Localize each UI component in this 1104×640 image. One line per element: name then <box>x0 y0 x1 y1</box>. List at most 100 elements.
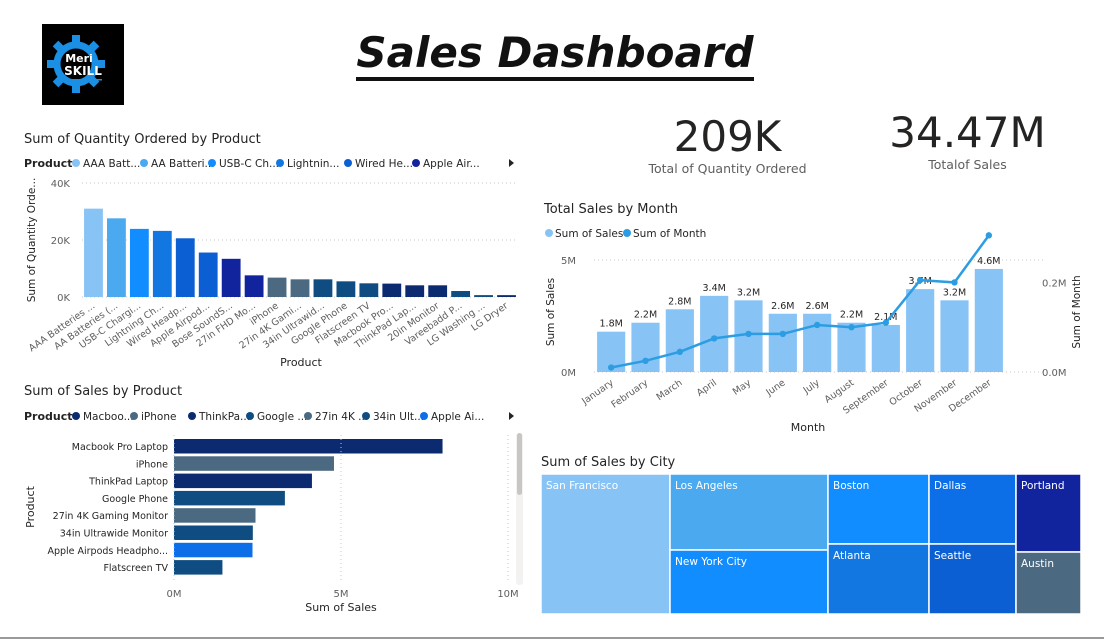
y-tick-label: iPhone <box>136 459 168 470</box>
x-axis-title: Sum of Sales <box>305 601 377 614</box>
chart-sales-by-product[interactable]: Product Macboo... iPhone ThinkPa... Google .… <box>20 403 525 620</box>
legend-marker <box>304 412 312 420</box>
y-tick-label: 40K <box>51 179 71 190</box>
data-label: 3.2M <box>737 287 760 298</box>
y-tick-label: Macbook Pro Laptop <box>72 442 168 453</box>
legend-title: Product <box>24 157 73 170</box>
bar <box>474 295 493 297</box>
y-tick-label: Google Phone <box>102 494 168 505</box>
bar <box>871 324 900 372</box>
line-point <box>813 321 821 329</box>
gear-icon: Meri SKILL <box>47 35 105 93</box>
line-point <box>642 357 649 364</box>
y-tick-label: Apple Airpods Headpho... <box>47 546 168 557</box>
scrollbar-thumb[interactable] <box>517 433 522 495</box>
page-title: Sales Dashboard <box>250 28 860 81</box>
treemap-label: San Francisco <box>546 480 618 492</box>
treemap-label: Portland <box>1021 480 1065 492</box>
legend-item: AA Batteri... <box>151 158 215 170</box>
bar <box>631 322 660 372</box>
line-point <box>745 330 752 338</box>
x-tick-label: March <box>655 377 685 403</box>
legend-item: Lightnin... <box>287 158 339 170</box>
y-tick-label: 34in Ultrawide Monitor <box>60 529 168 540</box>
x-tick-label: July <box>801 377 822 397</box>
chart-title: Sum of Quantity Ordered by Product <box>24 132 261 147</box>
treemap-label: Seattle <box>934 550 971 562</box>
line-point <box>607 364 615 371</box>
x-axis-title: Month <box>791 421 826 434</box>
bar <box>382 283 402 297</box>
bar <box>267 277 287 297</box>
bar <box>174 560 223 575</box>
bar <box>198 252 218 297</box>
bar <box>175 238 195 297</box>
bar <box>428 285 448 297</box>
legend-title: Product <box>24 410 73 423</box>
legend-next-icon <box>509 159 514 167</box>
data-label: 2.6M <box>771 301 794 312</box>
bar <box>174 473 312 489</box>
legend-item: 34in Ult... <box>373 411 424 423</box>
bar <box>768 313 797 372</box>
bar <box>313 279 333 297</box>
bar <box>174 525 253 540</box>
x-tick-label: February <box>609 377 650 410</box>
y-tick-label: 20K <box>51 236 71 247</box>
legend-marker <box>420 412 428 420</box>
data-label: 2.2M <box>840 310 863 321</box>
legend-item: AAA Batt... <box>83 158 140 170</box>
treemap-label: New York City <box>675 556 747 568</box>
treemap-label: Austin <box>1021 558 1054 570</box>
data-label: 1.8M <box>600 319 623 330</box>
bar <box>359 283 379 297</box>
legend-marker <box>344 159 352 167</box>
y-tick-label: 0M <box>561 368 576 379</box>
legend-item: Macboo... <box>83 411 134 423</box>
chart-sales-by-city[interactable]: San Francisco Los Angeles New York City Bos… <box>541 474 1081 614</box>
legend-marker <box>130 412 138 420</box>
line-point <box>985 232 993 239</box>
x-tick-label: June <box>763 377 787 399</box>
line-point <box>779 330 787 338</box>
data-label: 2.2M <box>634 310 657 321</box>
y-tick-label: Flatscreen TV <box>103 563 168 574</box>
treemap-label: Atlanta <box>833 550 871 562</box>
bar <box>451 291 471 297</box>
bar <box>497 295 516 297</box>
divider <box>0 637 1104 639</box>
legend-marker <box>276 159 284 167</box>
y-tick-label: ThinkPad Laptop <box>88 477 168 488</box>
x-tick-label: 10M <box>497 589 518 600</box>
data-label: 4.6M <box>977 256 1000 267</box>
chart-sales-by-month[interactable]: Sum of Sales Sum of Month 0M 5M 0.0M 0.2M 1.8M… <box>540 222 1095 440</box>
legend-next-icon <box>509 412 514 420</box>
kpi-card-quantity: 209K Total of Quantity Ordered <box>640 112 815 176</box>
bar <box>221 258 241 297</box>
legend-marker <box>362 412 370 420</box>
legend-marker <box>246 412 254 420</box>
chart-title: Total Sales by Month <box>544 202 679 217</box>
bar <box>290 279 310 297</box>
line-point <box>676 348 684 356</box>
treemap-label: Boston <box>833 480 869 492</box>
kpi-card-sales: 34.47M Totalof Sales <box>880 108 1055 172</box>
legend-marker <box>545 229 553 237</box>
legend-item: 27in 4K ... <box>315 411 368 423</box>
chart-quantity-by-product[interactable]: Product AAA Batt... AA Batteri... USB-C Ch.… <box>20 152 520 377</box>
page-title-text: Sales Dashboard <box>356 28 754 81</box>
bar <box>174 542 253 558</box>
logo-text-2: SKILL <box>64 64 102 78</box>
bar <box>906 289 935 372</box>
bar <box>336 281 356 297</box>
line-point <box>882 319 890 326</box>
legend-marker <box>140 159 148 167</box>
chart-title: Sum of Sales by Product <box>24 384 183 399</box>
legend-item: Sum of Sales <box>555 228 623 240</box>
treemap-label: Dallas <box>934 480 966 492</box>
bar <box>174 490 285 506</box>
bar <box>174 439 443 454</box>
x-axis-title: Product <box>280 356 322 369</box>
bar <box>665 309 694 372</box>
legend-item: ThinkPa... <box>198 411 250 423</box>
